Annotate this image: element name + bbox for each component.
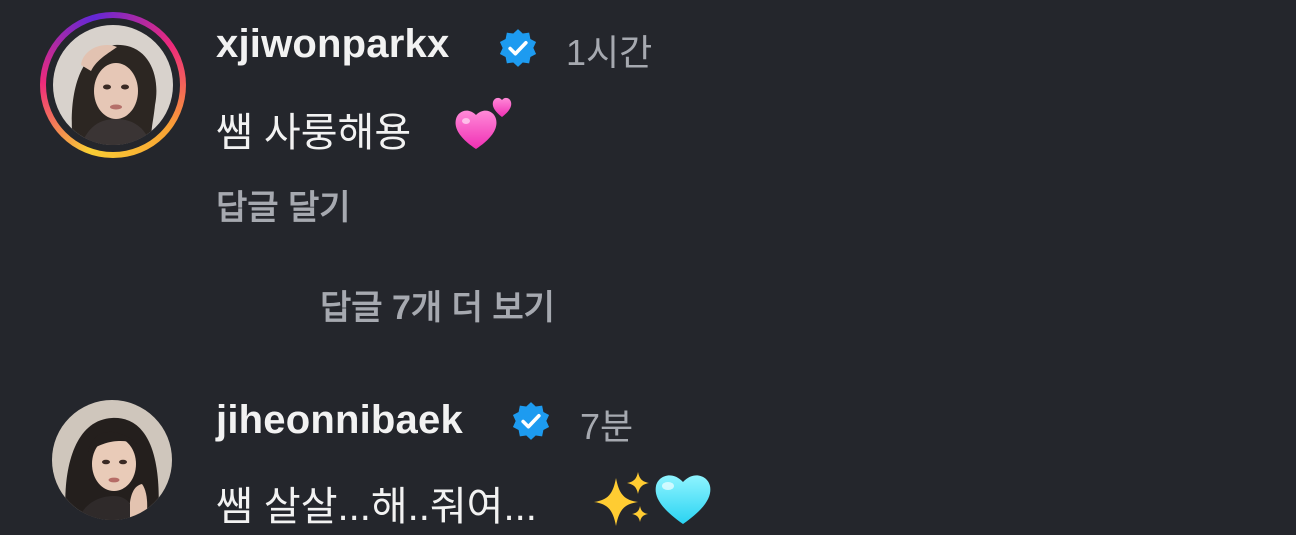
sparkles-icon — [592, 470, 652, 533]
avatar[interactable] — [52, 400, 172, 520]
username[interactable]: xjiwonparkx — [216, 22, 449, 67]
avatar[interactable] — [53, 25, 173, 145]
reply-button[interactable]: 답글 달기 — [216, 180, 351, 229]
comment-text: 쌤 살살...해..줘여... — [216, 485, 537, 529]
light-blue-heart-icon — [652, 468, 714, 533]
two-hearts-icon — [452, 93, 516, 160]
verified-badge-icon — [510, 400, 552, 447]
timestamp: 1시간 — [566, 32, 653, 73]
comments-panel: xjiwonparkx 1시간 쌤 사룽해용 답글 달기 답글 7개 더 보기 … — [0, 0, 1296, 535]
comment-text: 쌤 사룽해용 — [216, 111, 412, 155]
view-more-replies-button[interactable]: 답글 7개 더 보기 — [320, 280, 555, 329]
username[interactable]: jiheonnibaek — [216, 398, 463, 443]
verified-badge-icon — [497, 27, 539, 74]
timestamp: 7분 — [580, 406, 634, 447]
